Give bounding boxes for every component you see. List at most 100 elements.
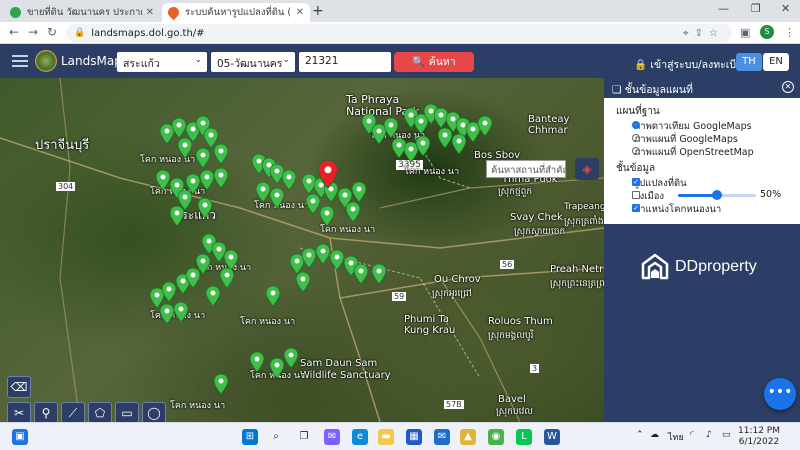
search-icon[interactable]: ⌕ [268, 429, 284, 445]
khok-nong-na-pin-icon[interactable] [266, 286, 280, 306]
minimize-icon[interactable]: — [718, 2, 729, 15]
input-language[interactable]: ไทย [668, 430, 684, 444]
khok-nong-na-pin-icon[interactable] [174, 302, 188, 322]
line-app-icon[interactable]: L [516, 429, 532, 445]
khok-nong-na-pin-icon[interactable] [220, 268, 234, 288]
chat-icon[interactable]: ✉ [324, 429, 340, 445]
battery-icon[interactable]: ▭ [722, 430, 731, 440]
khok-nong-na-pin-icon[interactable] [306, 194, 320, 214]
basemap-option[interactable]: ภาพแผนที่ GoogleMaps [604, 132, 800, 145]
khok-nong-na-pin-icon[interactable] [438, 128, 452, 148]
radio-selected-icon[interactable] [632, 121, 640, 129]
khok-nong-na-pin-icon[interactable] [178, 138, 192, 158]
back-icon[interactable]: ← [9, 25, 19, 39]
close-panel-icon[interactable]: ✕ [782, 81, 794, 93]
opacity-thumb[interactable] [712, 190, 722, 200]
lang-en-button[interactable]: EN [763, 53, 789, 71]
forward-icon[interactable]: → [28, 25, 38, 39]
marker-tool-icon[interactable]: ⚲ [34, 402, 58, 422]
khok-nong-na-pin-icon[interactable] [452, 134, 466, 154]
khok-nong-na-pin-icon[interactable] [256, 182, 270, 202]
word-icon[interactable]: W [544, 429, 560, 445]
task-view-icon[interactable]: ❐ [296, 429, 312, 445]
measure-tool-icon[interactable]: ✂ [7, 402, 31, 422]
khok-nong-na-pin-icon[interactable] [296, 272, 310, 292]
eraser-tool-icon[interactable]: ⌫ [7, 376, 31, 398]
khok-nong-na-pin-icon[interactable] [316, 244, 330, 264]
search-button[interactable]: 🔍 ค้นหา [394, 52, 474, 72]
khok-nong-na-pin-icon[interactable] [186, 268, 200, 288]
file-explorer-icon[interactable]: ▬ [378, 429, 394, 445]
khok-nong-na-pin-icon[interactable] [282, 170, 296, 190]
wifi-icon[interactable]: ◜ [690, 430, 694, 440]
basemap-option[interactable]: ภาพแผนที่ OpenStreetMap [604, 145, 800, 158]
more-options-fab[interactable]: ••• [764, 378, 796, 410]
khok-nong-na-pin-icon[interactable] [330, 250, 344, 270]
new-tab-icon[interactable]: + [312, 3, 324, 19]
district-select[interactable]: 05-วัฒนานคร ⌄ [211, 52, 295, 72]
khok-nong-na-pin-icon[interactable] [196, 148, 210, 168]
restore-icon[interactable]: ❐ [751, 2, 761, 15]
opacity-slider[interactable] [678, 190, 756, 200]
hamburger-menu-icon[interactable] [12, 55, 28, 67]
layer-option[interactable]: ✓ ตำแหน่งโคกหนองนา [604, 202, 800, 215]
checkbox-icon[interactable] [632, 191, 640, 199]
khok-nong-na-pin-icon[interactable] [270, 358, 284, 378]
lang-th-button[interactable]: TH [736, 53, 762, 71]
khok-nong-na-pin-icon[interactable] [224, 250, 238, 270]
radio-icon[interactable] [632, 134, 640, 142]
reload-icon[interactable]: ↻ [47, 25, 57, 39]
khok-nong-na-pin-icon[interactable] [372, 264, 386, 284]
extensions-icon[interactable]: ▣ [740, 26, 750, 39]
khok-nong-na-pin-icon[interactable] [156, 170, 170, 190]
login-link[interactable]: 🔒 เข้าสู่ระบบ/ลงทะเบียน [634, 56, 749, 73]
khok-nong-na-pin-icon[interactable] [162, 282, 176, 302]
desktop-toggle-icon[interactable]: ▣ [12, 429, 28, 445]
province-select[interactable]: สระแก้ว ⌄ [117, 52, 207, 72]
khok-nong-na-pin-icon[interactable] [384, 118, 398, 138]
mail-icon[interactable]: ✉ [434, 429, 450, 445]
basemap-option[interactable]: ภาพดาวเทียม GoogleMaps [604, 119, 800, 132]
khok-nong-na-pin-icon[interactable] [172, 118, 186, 138]
vlc-icon[interactable]: ▲ [460, 429, 476, 445]
khok-nong-na-pin-icon[interactable] [198, 198, 212, 218]
satellite-map[interactable]: ปราจีนบุรี สระแก้ว Ta Phraya National Pa… [0, 78, 604, 422]
landmark-search-input[interactable]: ค้นหาสถานที่สำคัญ [486, 160, 566, 178]
khok-nong-na-pin-icon[interactable] [284, 348, 298, 368]
selected-parcel-pin-icon[interactable] [318, 160, 338, 188]
polygon-tool-icon[interactable]: ⬠ [88, 402, 112, 422]
khok-nong-na-pin-icon[interactable] [478, 116, 492, 136]
store-icon[interactable]: ▦ [406, 429, 422, 445]
khok-nong-na-pin-icon[interactable] [214, 168, 228, 188]
khok-nong-na-pin-icon[interactable] [170, 206, 184, 226]
khok-nong-na-pin-icon[interactable] [346, 202, 360, 222]
layer-option[interactable]: ✓ รูปแปลงที่ดิน [604, 176, 800, 189]
tab-land-sale[interactable]: ขายที่ดิน วัฒนานคร ประกาศขายที่ดิน ✕ [4, 3, 160, 22]
checkbox-checked-icon[interactable]: ✓ [632, 204, 640, 212]
omnibox-actions[interactable]: ⌖⇪☆ [683, 28, 724, 39]
tab-landsmaps[interactable]: ระบบค้นหารูปแปลงที่ดิน (LandsMaps) ✕ [162, 3, 310, 22]
khok-nong-na-pin-icon[interactable] [250, 352, 264, 372]
rectangle-tool-icon[interactable]: ▭ [115, 402, 139, 422]
khok-nong-na-pin-icon[interactable] [354, 264, 368, 284]
close-tab-icon[interactable]: ✕ [146, 7, 154, 18]
khok-nong-na-pin-icon[interactable] [270, 188, 284, 208]
windows-start-icon[interactable]: ⊞ [242, 429, 258, 445]
tray-arrow-icon[interactable]: ⌃ [636, 430, 644, 440]
edge-icon[interactable]: e [352, 429, 368, 445]
line-tool-icon[interactable]: ⟋ [61, 402, 85, 422]
khok-nong-na-pin-icon[interactable] [214, 144, 228, 164]
checkbox-checked-icon[interactable]: ✓ [632, 178, 640, 186]
radio-icon[interactable] [632, 147, 640, 155]
layers-toggle-icon[interactable]: ◈ [575, 158, 599, 180]
khok-nong-na-pin-icon[interactable] [302, 248, 316, 268]
volume-icon[interactable]: ♪ [706, 430, 712, 440]
khok-nong-na-pin-icon[interactable] [206, 286, 220, 306]
layer-option[interactable]: ผังเมือง 50% [604, 189, 800, 202]
close-window-icon[interactable]: ✕ [781, 2, 790, 15]
khok-nong-na-pin-icon[interactable] [160, 304, 174, 324]
address-bar[interactable]: 🔒 landsmaps.dol.go.th/# ⌖⇪☆ [66, 24, 732, 42]
khok-nong-na-pin-icon[interactable] [416, 136, 430, 156]
khok-nong-na-pin-icon[interactable] [352, 182, 366, 202]
taskbar-clock[interactable]: 11:12 PM 6/1/2022 [738, 426, 780, 448]
